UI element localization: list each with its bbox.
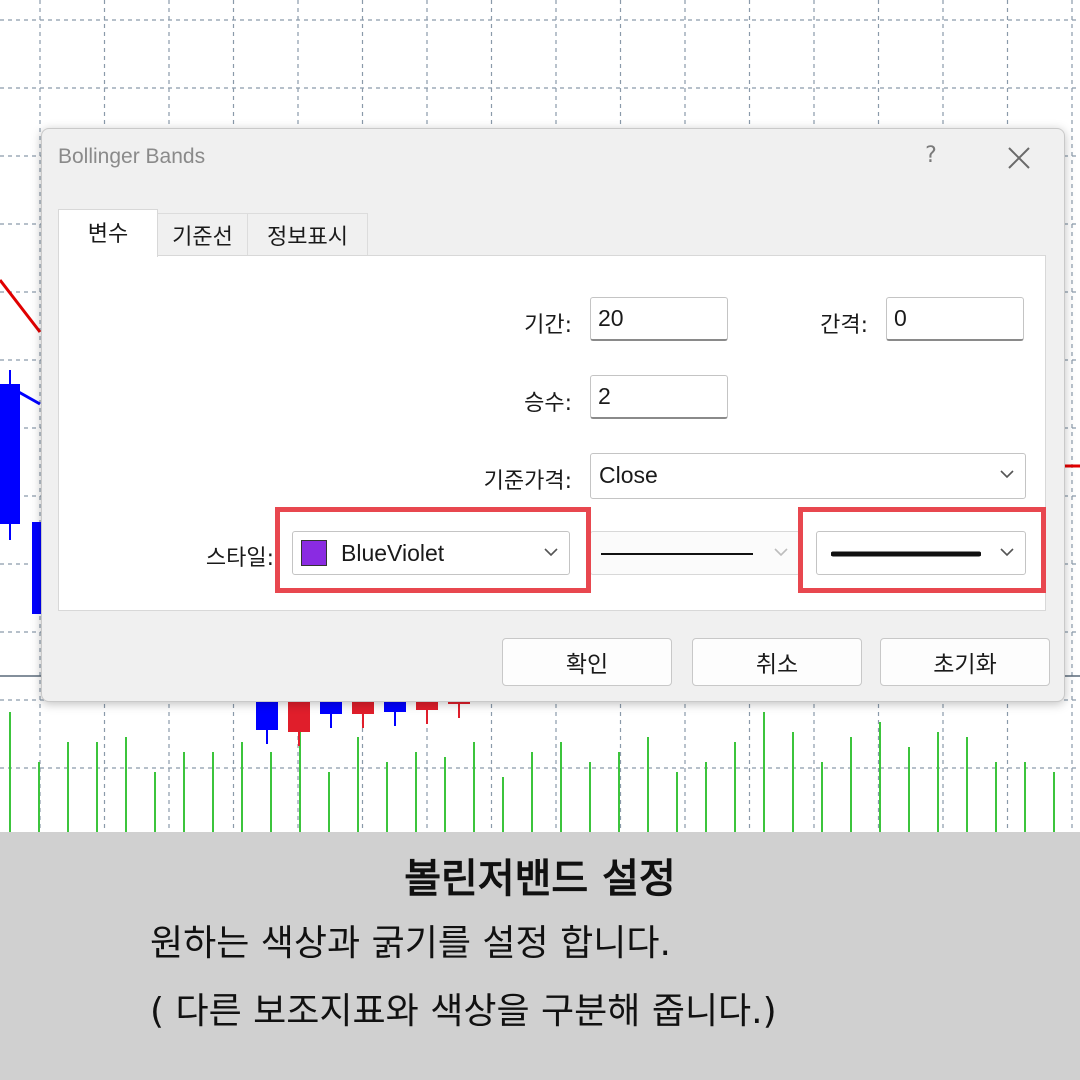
tab-visualization[interactable]: 정보표시 xyxy=(248,213,368,255)
help-button[interactable]: ? xyxy=(918,143,944,168)
volume-bars xyxy=(9,712,1055,832)
shift-label: 간격: xyxy=(820,313,868,338)
apply-to-value: Close xyxy=(599,462,658,488)
color-name: BlueViolet xyxy=(341,540,445,566)
color-select[interactable]: BlueViolet xyxy=(292,531,570,575)
line-style-preview xyxy=(601,553,753,555)
cancel-button[interactable]: 취소 xyxy=(692,638,862,686)
close-icon xyxy=(1008,147,1030,169)
line-width-preview xyxy=(831,551,981,557)
style-label: 스타일: xyxy=(205,546,274,571)
ok-button[interactable]: 확인 xyxy=(502,638,672,686)
caption-band: 볼린저밴드 설정 원하는 색상과 굵기를 설정 합니다. ( 다른 보조지표와 … xyxy=(0,832,1080,1080)
bollinger-settings-dialog: Bollinger Bands ? 변수 기준선 정보표시 기간: 간격: 승수… xyxy=(41,128,1065,702)
chevron-down-icon xyxy=(1000,470,1014,479)
apply-to-label: 기준가격: xyxy=(483,469,572,494)
deviation-input[interactable] xyxy=(590,375,728,419)
dialog-title: Bollinger Bands xyxy=(58,145,206,168)
tab-parameters[interactable]: 변수 xyxy=(58,209,158,257)
chevron-down-icon xyxy=(1000,548,1014,557)
deviation-label: 승수: xyxy=(524,391,572,416)
line-width-select[interactable] xyxy=(816,531,1026,575)
reset-button[interactable]: 초기화 xyxy=(880,638,1050,686)
line-style-select[interactable] xyxy=(590,531,800,575)
period-label: 기간: xyxy=(524,313,572,338)
period-input[interactable] xyxy=(590,297,728,341)
chevron-down-icon xyxy=(544,548,558,557)
caption-line-1: 원하는 색상과 굵기를 설정 합니다. xyxy=(150,923,671,964)
close-button[interactable] xyxy=(1002,141,1036,175)
color-swatch xyxy=(301,540,327,566)
shift-input[interactable] xyxy=(886,297,1024,341)
band-line xyxy=(0,279,42,333)
caption-title: 볼린저밴드 설정 xyxy=(404,856,676,902)
chevron-down-icon xyxy=(774,548,788,557)
apply-to-select[interactable]: Close xyxy=(590,453,1026,499)
tab-levels[interactable]: 기준선 xyxy=(158,213,248,255)
caption-line-2: ( 다른 보조지표와 색상을 구분해 줍니다.) xyxy=(150,991,777,1032)
